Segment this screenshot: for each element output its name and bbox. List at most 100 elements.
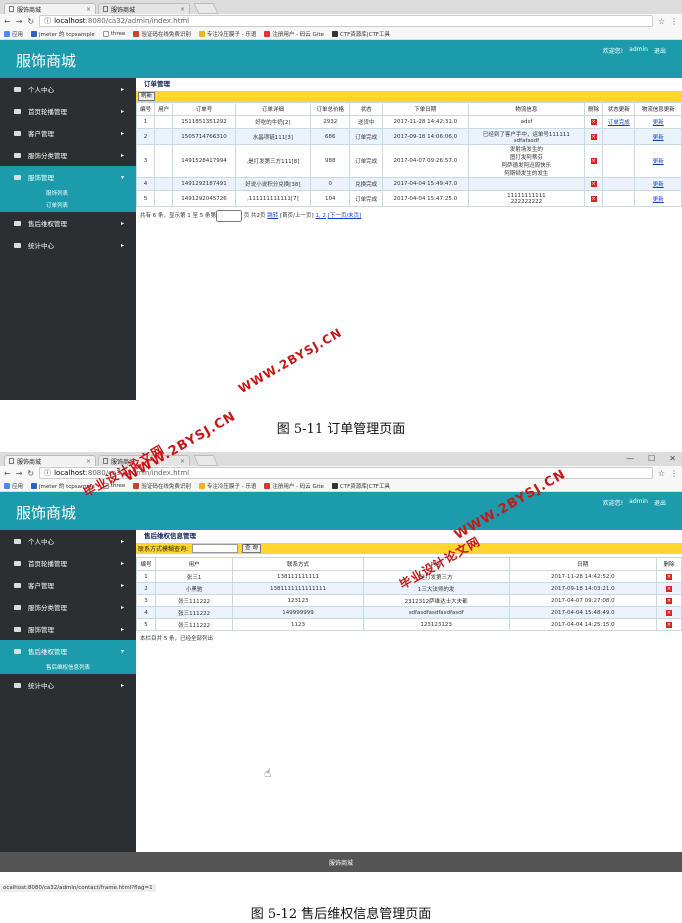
submenu-item[interactable]: 订单列表 xyxy=(0,200,136,212)
menu-icon[interactable]: ⋮ xyxy=(670,469,678,478)
delete-icon[interactable]: × xyxy=(590,133,597,140)
search-button[interactable]: 查 询 xyxy=(242,544,261,553)
sidebar-item[interactable]: 售后维权管理 ▸ xyxy=(0,212,136,234)
url-field[interactable]: ⓘ localhost:8080/ca32/admin/index.html xyxy=(39,15,653,27)
submenu-item[interactable]: 服饰列表 xyxy=(0,188,136,200)
close-icon[interactable]: × xyxy=(86,6,91,13)
jump-link[interactable]: 跳转 xyxy=(267,213,278,219)
star-icon[interactable]: ☆ xyxy=(658,17,665,26)
logout-link[interactable]: 退出 xyxy=(654,46,666,55)
minimize-icon[interactable]: — xyxy=(626,454,634,463)
column-header: 状态更新 xyxy=(602,102,636,116)
reload-icon[interactable]: ↻ xyxy=(27,469,34,478)
bookmark[interactable]: 应用 xyxy=(4,482,23,490)
list-icon xyxy=(14,130,21,136)
logistics-update-link[interactable]: 更新 xyxy=(653,135,664,141)
delete-icon[interactable]: × xyxy=(666,585,672,592)
next-page-link[interactable]: [下一页/末页] xyxy=(328,213,362,219)
sidebar-item-active[interactable]: 售后维权管理 ▾ xyxy=(0,640,136,662)
new-tab-button[interactable] xyxy=(193,455,219,466)
sidebar-item[interactable]: 首页轮播管理 ▸ xyxy=(0,552,136,574)
delete-icon[interactable]: × xyxy=(590,119,597,125)
tab-title: 服饰商城 xyxy=(17,6,42,14)
browser-tab[interactable]: 服饰商城 × xyxy=(4,455,96,466)
logistics-update-link[interactable]: 更新 xyxy=(653,120,664,126)
page-icon xyxy=(9,458,14,464)
browser-tab-strip: 服饰商城 × 服饰商城 × — ☐ ✕ xyxy=(0,452,682,466)
back-icon[interactable]: ← xyxy=(4,469,11,478)
delete-icon[interactable]: × xyxy=(590,195,597,202)
welcome-text: 欢迎您! xyxy=(602,48,624,55)
sidebar-item[interactable]: 客户管理 ▸ xyxy=(0,122,136,144)
delete-icon[interactable]: × xyxy=(666,597,672,604)
sidebar-item-active[interactable]: 服饰管理 ▾ xyxy=(0,166,136,188)
bookmark[interactable]: 注册用户 - 码云 Gite xyxy=(264,30,324,38)
maximize-icon[interactable]: ☐ xyxy=(648,454,655,463)
contact-search-input[interactable] xyxy=(192,544,239,553)
logistics-update-link[interactable]: 更新 xyxy=(653,197,664,203)
close-window-icon[interactable]: ✕ xyxy=(669,454,676,463)
close-icon[interactable]: × xyxy=(180,458,185,465)
page-links[interactable]: 1, 2 xyxy=(315,213,326,219)
column-header: 删除 xyxy=(656,557,682,571)
forward-icon[interactable]: → xyxy=(16,17,23,26)
bookmark[interactable]: CTF资源库|CTF工具 xyxy=(331,30,390,38)
sidebar-item[interactable]: 客户管理 ▸ xyxy=(0,574,136,596)
menu-icon[interactable]: ⋮ xyxy=(670,17,678,26)
sidebar-item[interactable]: 服饰分类管理 ▸ xyxy=(0,144,136,166)
sidebar-item[interactable]: 统计中心 ▸ xyxy=(0,674,136,696)
delete-icon[interactable]: × xyxy=(590,181,597,187)
column-header: 订单号 xyxy=(172,102,236,116)
reload-icon[interactable]: ↻ xyxy=(27,17,34,26)
sidebar-item[interactable]: 服饰分类管理 ▸ xyxy=(0,596,136,618)
logout-link[interactable]: 退出 xyxy=(654,498,666,507)
back-icon[interactable]: ← xyxy=(4,17,11,26)
close-icon[interactable]: × xyxy=(180,6,185,13)
main-panel: 订单管理 刷新 编号 用户 订单号 订单详细 订单总价格 状态 下单日期 物流信… xyxy=(135,78,682,400)
delete-icon[interactable]: × xyxy=(590,158,597,164)
star-icon[interactable]: ☆ xyxy=(658,469,665,478)
brand-title: 服饰商城 xyxy=(16,504,77,522)
close-icon[interactable]: × xyxy=(86,458,91,465)
bookmark[interactable]: 专注冷压膜子 - 乐语 xyxy=(198,30,256,38)
logistics-update-link[interactable]: 更新 xyxy=(653,159,664,165)
sidebar-item[interactable]: 首页轮播管理 ▸ xyxy=(0,100,136,122)
forward-icon[interactable]: → xyxy=(16,469,23,478)
status-update-link[interactable]: 订单完成 xyxy=(608,120,630,126)
bookmark[interactable]: 注册用户 - 码云 Gite xyxy=(264,482,324,490)
bookmark[interactable]: 应用 xyxy=(4,30,23,38)
aftersales-table: 编号 用户 联系方式 内容 日期 删除 1 张三1 138111111111 是打发第… xyxy=(136,557,682,631)
sidebar-item[interactable]: 个人中心 ▸ xyxy=(0,530,136,552)
delete-icon[interactable]: × xyxy=(666,609,672,616)
column-header: 编号 xyxy=(135,102,156,116)
tab-title: 服饰商城 xyxy=(111,6,136,14)
bookmark[interactable]: three xyxy=(102,30,125,37)
browser-tab[interactable]: 服饰商城 × xyxy=(4,3,96,14)
delete-icon[interactable]: × xyxy=(666,621,672,628)
sidebar-item[interactable]: 个人中心 ▸ xyxy=(0,78,136,100)
column-header: 状态 xyxy=(349,102,383,116)
sidebar-item[interactable]: 服饰管理 ▸ xyxy=(0,618,136,640)
sidebar-item[interactable]: 统计中心 ▸ xyxy=(0,234,136,256)
bookmark[interactable]: jmeter 的 tcpsample xyxy=(31,30,95,38)
chevron-right-icon: ▸ xyxy=(120,581,124,589)
logistics-update-link[interactable]: 更新 xyxy=(653,182,664,188)
refresh-button[interactable]: 刷新 xyxy=(138,92,156,101)
new-tab-button[interactable] xyxy=(193,3,219,14)
bookmark[interactable]: CTF资源库|CTF工具 xyxy=(331,482,390,490)
column-header: 日期 xyxy=(508,557,658,571)
bookmark[interactable]: 专注冷压膜子 - 乐语 xyxy=(198,482,256,490)
app-footer: 服饰商城 xyxy=(0,852,682,872)
chevron-right-icon: ▸ xyxy=(120,85,124,93)
submenu-item[interactable]: 售后维权信息列表 xyxy=(0,662,136,674)
column-header: 删除 xyxy=(584,102,604,116)
browser-tab[interactable]: 服饰商城 × xyxy=(98,3,190,14)
tab-title: 服饰商城 xyxy=(17,458,42,466)
list-icon xyxy=(14,538,21,544)
bookmark[interactable]: 验证码在线免费识别 xyxy=(133,482,191,490)
page-number-input[interactable] xyxy=(216,210,242,222)
delete-icon[interactable]: × xyxy=(666,573,672,580)
bookmark[interactable]: 验证码在线免费识别 xyxy=(133,30,191,38)
user-menu: 欢迎您! admin 退出 xyxy=(603,46,666,55)
chevron-right-icon: ▸ xyxy=(120,559,124,567)
